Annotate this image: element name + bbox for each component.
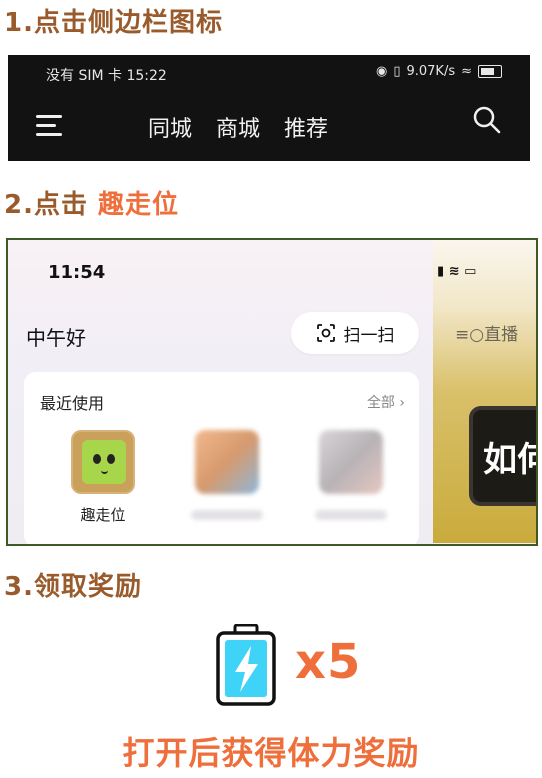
energy-battery-icon xyxy=(216,624,276,706)
reward-multiplier: x5 xyxy=(295,634,362,690)
recent-card: 最近使用 全部 › 趣走位 xyxy=(24,372,419,544)
greeting: 中午好 xyxy=(26,326,86,350)
live-tab: ≡○直播 xyxy=(455,325,519,345)
status-bar-right: ◉ ▯ 9.07K/s ≈ xyxy=(376,64,502,79)
reward-display: x5 xyxy=(215,620,365,706)
app-label: 趣走位 xyxy=(80,506,126,524)
eye-icon: ◉ xyxy=(375,64,388,79)
sidebar-panel: 11:54 中午好 扫一扫 最近使用 全部 › 趣走位 xyxy=(8,240,433,544)
view-all-label: 全部 xyxy=(366,395,395,411)
scan-icon xyxy=(316,324,335,342)
recent-title: 最近使用 xyxy=(40,394,105,413)
battery-icon xyxy=(478,65,502,78)
status-time: 11:54 xyxy=(48,262,106,283)
blurred-label xyxy=(191,510,263,520)
step-2-title: 2.点击 趣走位 xyxy=(4,184,179,221)
thumbnail-text: 如何 xyxy=(483,440,536,480)
blurred-label-2 xyxy=(315,510,387,520)
step-3-title: 3.领取奖励 xyxy=(4,572,142,602)
app-top-bar-screenshot: 没有 SIM 卡 15:22 ◉ ▯ 9.07K/s ≈ 同城 商城 推荐 xyxy=(8,55,530,161)
wifi-icon: ≋ xyxy=(448,264,460,279)
tab-tongcheng[interactable]: 同城 xyxy=(148,111,192,143)
scan-button[interactable]: 扫一扫 xyxy=(291,312,419,354)
app-item-quzouwei[interactable]: 趣走位 xyxy=(58,430,148,525)
scan-label: 扫一扫 xyxy=(343,325,395,346)
search-icon[interactable] xyxy=(472,105,502,135)
view-all-link[interactable]: 全部 › xyxy=(367,392,405,412)
blurred-app-icon xyxy=(195,430,259,494)
tab-tuijian[interactable]: 推荐 xyxy=(284,111,328,143)
menu-icon[interactable] xyxy=(36,115,62,142)
status-icons: ▮ ≋ ▭ xyxy=(437,264,476,279)
app-item-blurred[interactable] xyxy=(182,430,272,520)
content-thumbnail: 如何 xyxy=(469,406,536,506)
blurred-app-icon-2 xyxy=(319,430,383,494)
top-tabs: 同城 商城 推荐 xyxy=(148,111,328,143)
wifi-icon: ≈ xyxy=(461,64,472,79)
step-1-title: 1.点击侧边栏图标 xyxy=(4,8,223,38)
app-item-blurred-2[interactable] xyxy=(306,430,396,520)
quzouwei-app-icon xyxy=(71,430,135,494)
step-2-accent: 趣走位 xyxy=(98,190,180,220)
step-2-prefix: 2.点击 xyxy=(4,190,99,220)
reward-cta-text: 打开后获得体力奖励 xyxy=(122,734,420,772)
sidebar-screenshot: 11:54 中午好 扫一扫 最近使用 全部 › 趣走位 ▮ ≋ ▭ ≡○直播 如 xyxy=(6,238,538,546)
tab-shangcheng[interactable]: 商城 xyxy=(216,111,260,143)
vibrate-icon: ▯ xyxy=(393,64,401,79)
network-speed: 9.07K/s xyxy=(406,64,456,79)
live-label: 直播 xyxy=(484,325,519,345)
background-page-peek: ▮ ≋ ▭ ≡○直播 如何 xyxy=(433,240,536,543)
battery-icon: ▭ xyxy=(464,264,477,279)
signal-icon: ▮ xyxy=(437,264,445,279)
status-bar-text: 没有 SIM 卡 15:22 xyxy=(46,68,167,84)
chevron-right-icon: › xyxy=(399,395,405,411)
